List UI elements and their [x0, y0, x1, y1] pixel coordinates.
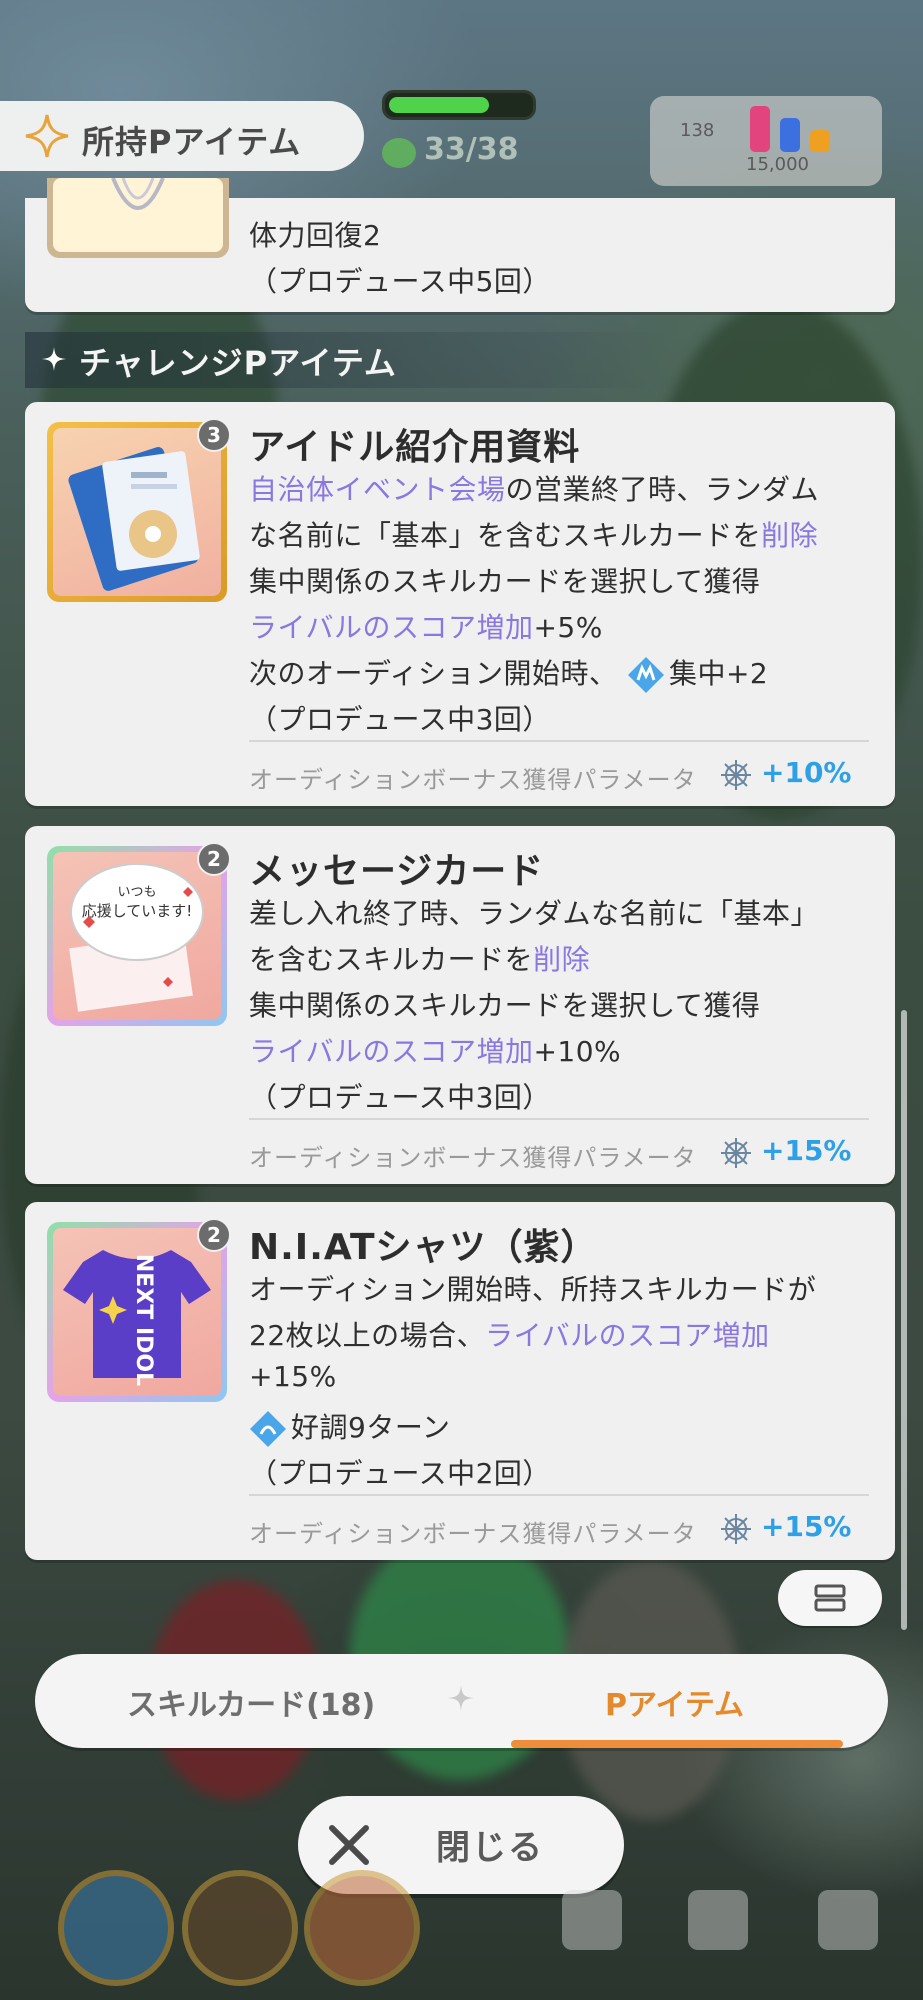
close-label: 閉じる: [436, 1828, 544, 1868]
highlight-rival-score[interactable]: ライバルのスコア増加: [249, 611, 533, 644]
owned-pitem-header: 所持Pアイテム: [0, 101, 364, 171]
item-icon-frame: 3: [47, 418, 231, 602]
effect-line-4: ライバルのスコア増加+10%: [249, 1035, 622, 1068]
svg-text:応援しています!: 応援しています!: [82, 902, 193, 920]
scrollbar[interactable]: [901, 1010, 907, 1630]
prev-item-line-2: （プロデュース中5回）: [249, 265, 551, 298]
section-challenge-pitem: チャレンジPアイテム: [25, 332, 675, 388]
effect-line-3: +15%: [249, 1360, 337, 1393]
effect-line-5: （プロデュース中2回）: [249, 1457, 551, 1490]
item-title: メッセージカード: [249, 851, 545, 892]
bonus-value: +15%: [761, 1134, 852, 1167]
highlight-rival-score[interactable]: ライバルのスコア増加: [485, 1319, 769, 1352]
item-title: N.I.ATシャツ（紫）: [249, 1227, 598, 1268]
tab-bar: スキルカード(18) Pアイテム: [35, 1654, 888, 1748]
bonus-label: オーディションボーナス獲得パラメータ: [249, 766, 697, 794]
bonus-value: +15%: [761, 1510, 852, 1543]
section-title: チャレンジPアイテム: [79, 344, 397, 382]
effect-line-4: ライバルのスコア増加+5%: [249, 611, 603, 644]
item-icon-frame: [47, 178, 229, 258]
header-title: 所持Pアイテム: [82, 123, 302, 161]
heart-icon: [382, 138, 416, 168]
sparkle-star-icon: [25, 114, 69, 158]
hp-text: 33/38: [424, 132, 519, 167]
highlight-delete[interactable]: 削除: [761, 519, 818, 552]
status-label: 138: [680, 120, 715, 141]
currency-text: 15,000: [746, 154, 809, 175]
close-icon: [329, 1825, 369, 1865]
hp-bar: [382, 90, 536, 120]
effect-line-3: 集中関係のスキルカードを選択して獲得: [249, 989, 761, 1022]
effect-line-3: 集中関係のスキルカードを選択して獲得: [249, 565, 761, 598]
item-icon-frame: いつも 応援しています! 2: [47, 842, 231, 1026]
bonus-label: オーディションボーナス獲得パラメータ: [249, 1520, 697, 1548]
item-icon-frame: NEXT IDOL 2: [47, 1218, 231, 1402]
bonus-parameter-icon: [721, 1138, 751, 1168]
nav-document-icon: [562, 1890, 622, 1950]
status-box: 138 15,000: [650, 96, 882, 186]
bonus-parameter-icon: [721, 1514, 751, 1544]
effect-line-5: 次のオーディション開始時、 集中+2: [249, 652, 768, 694]
good-condition-chip-icon: [250, 1411, 286, 1447]
nav-menu-icon: [818, 1890, 878, 1950]
svg-text:NEXT IDOL: NEXT IDOL: [131, 1254, 156, 1386]
effect-line-1: オーディション開始時、所持スキルカードが: [249, 1273, 817, 1306]
item-icon: [111, 178, 165, 210]
effect-line-2: な名前に「基本」を含むスキルカードを削除: [249, 519, 819, 552]
item-title: アイドル紹介用資料: [249, 427, 581, 468]
count-badge: 2: [197, 1218, 231, 1252]
highlight-delete[interactable]: 削除: [533, 943, 590, 976]
nav-avatar-3: [304, 1870, 420, 1986]
prev-item-line-1: 体力回復2: [249, 219, 382, 252]
bonus-value: +10%: [761, 756, 852, 789]
count-badge: 2: [197, 842, 231, 876]
folder-document-icon: [68, 447, 200, 591]
effect-line-1: 自治体イベント会場の営業終了時、ランダム: [249, 473, 820, 506]
pitem-card[interactable]: いつも 応援しています! 2 メッセージカード 差し入れ終了時、ランダムな名前に…: [25, 826, 895, 1184]
effect-line-4: 好調9ターン: [249, 1406, 450, 1448]
nav-bag-icon: [688, 1890, 748, 1950]
small-star-icon: [42, 347, 66, 371]
effect-line-6: （プロデュース中3回）: [249, 703, 551, 736]
nav-avatar-2: [182, 1870, 298, 1986]
nav-avatar-1: [58, 1870, 174, 1986]
svg-text:いつも: いつも: [117, 885, 156, 900]
pitem-card-previous[interactable]: 体力回復2 （プロデュース中5回）: [25, 178, 895, 312]
highlight-location[interactable]: 自治体イベント会場: [249, 473, 506, 506]
active-tab-indicator: [511, 1740, 843, 1748]
pitem-card[interactable]: 3 アイドル紹介用資料 自治体イベント会場の営業終了時、ランダム な名前に「基本…: [25, 402, 895, 806]
effect-line-5: （プロデュース中3回）: [249, 1081, 551, 1114]
list-layout-icon: [814, 1584, 846, 1612]
bonus-label: オーディションボーナス獲得パラメータ: [249, 1144, 697, 1172]
tab-skill-cards[interactable]: スキルカード(18): [127, 1680, 375, 1724]
focus-chip-icon: [627, 657, 664, 693]
tshirt-icon: NEXT IDOL: [63, 1250, 211, 1386]
count-badge: 3: [197, 418, 231, 452]
view-toggle-button[interactable]: [778, 1570, 882, 1626]
tab-p-items[interactable]: Pアイテム: [605, 1680, 744, 1724]
effect-line-2: 22枚以上の場合、ライバルのスコア増加: [249, 1319, 770, 1352]
bonus-parameter-icon: [721, 760, 751, 790]
separator-star-icon: [448, 1685, 474, 1711]
effect-line-2: を含むスキルカードを削除: [249, 943, 591, 976]
pitem-card[interactable]: NEXT IDOL 2 N.I.ATシャツ（紫） オーディション開始時、所持スキ…: [25, 1202, 895, 1560]
message-card-icon: いつも 応援しています!: [69, 863, 204, 1012]
highlight-rival-score[interactable]: ライバルのスコア増加: [249, 1035, 533, 1068]
effect-line-1: 差し入れ終了時、ランダムな名前に「基本」: [249, 897, 820, 930]
